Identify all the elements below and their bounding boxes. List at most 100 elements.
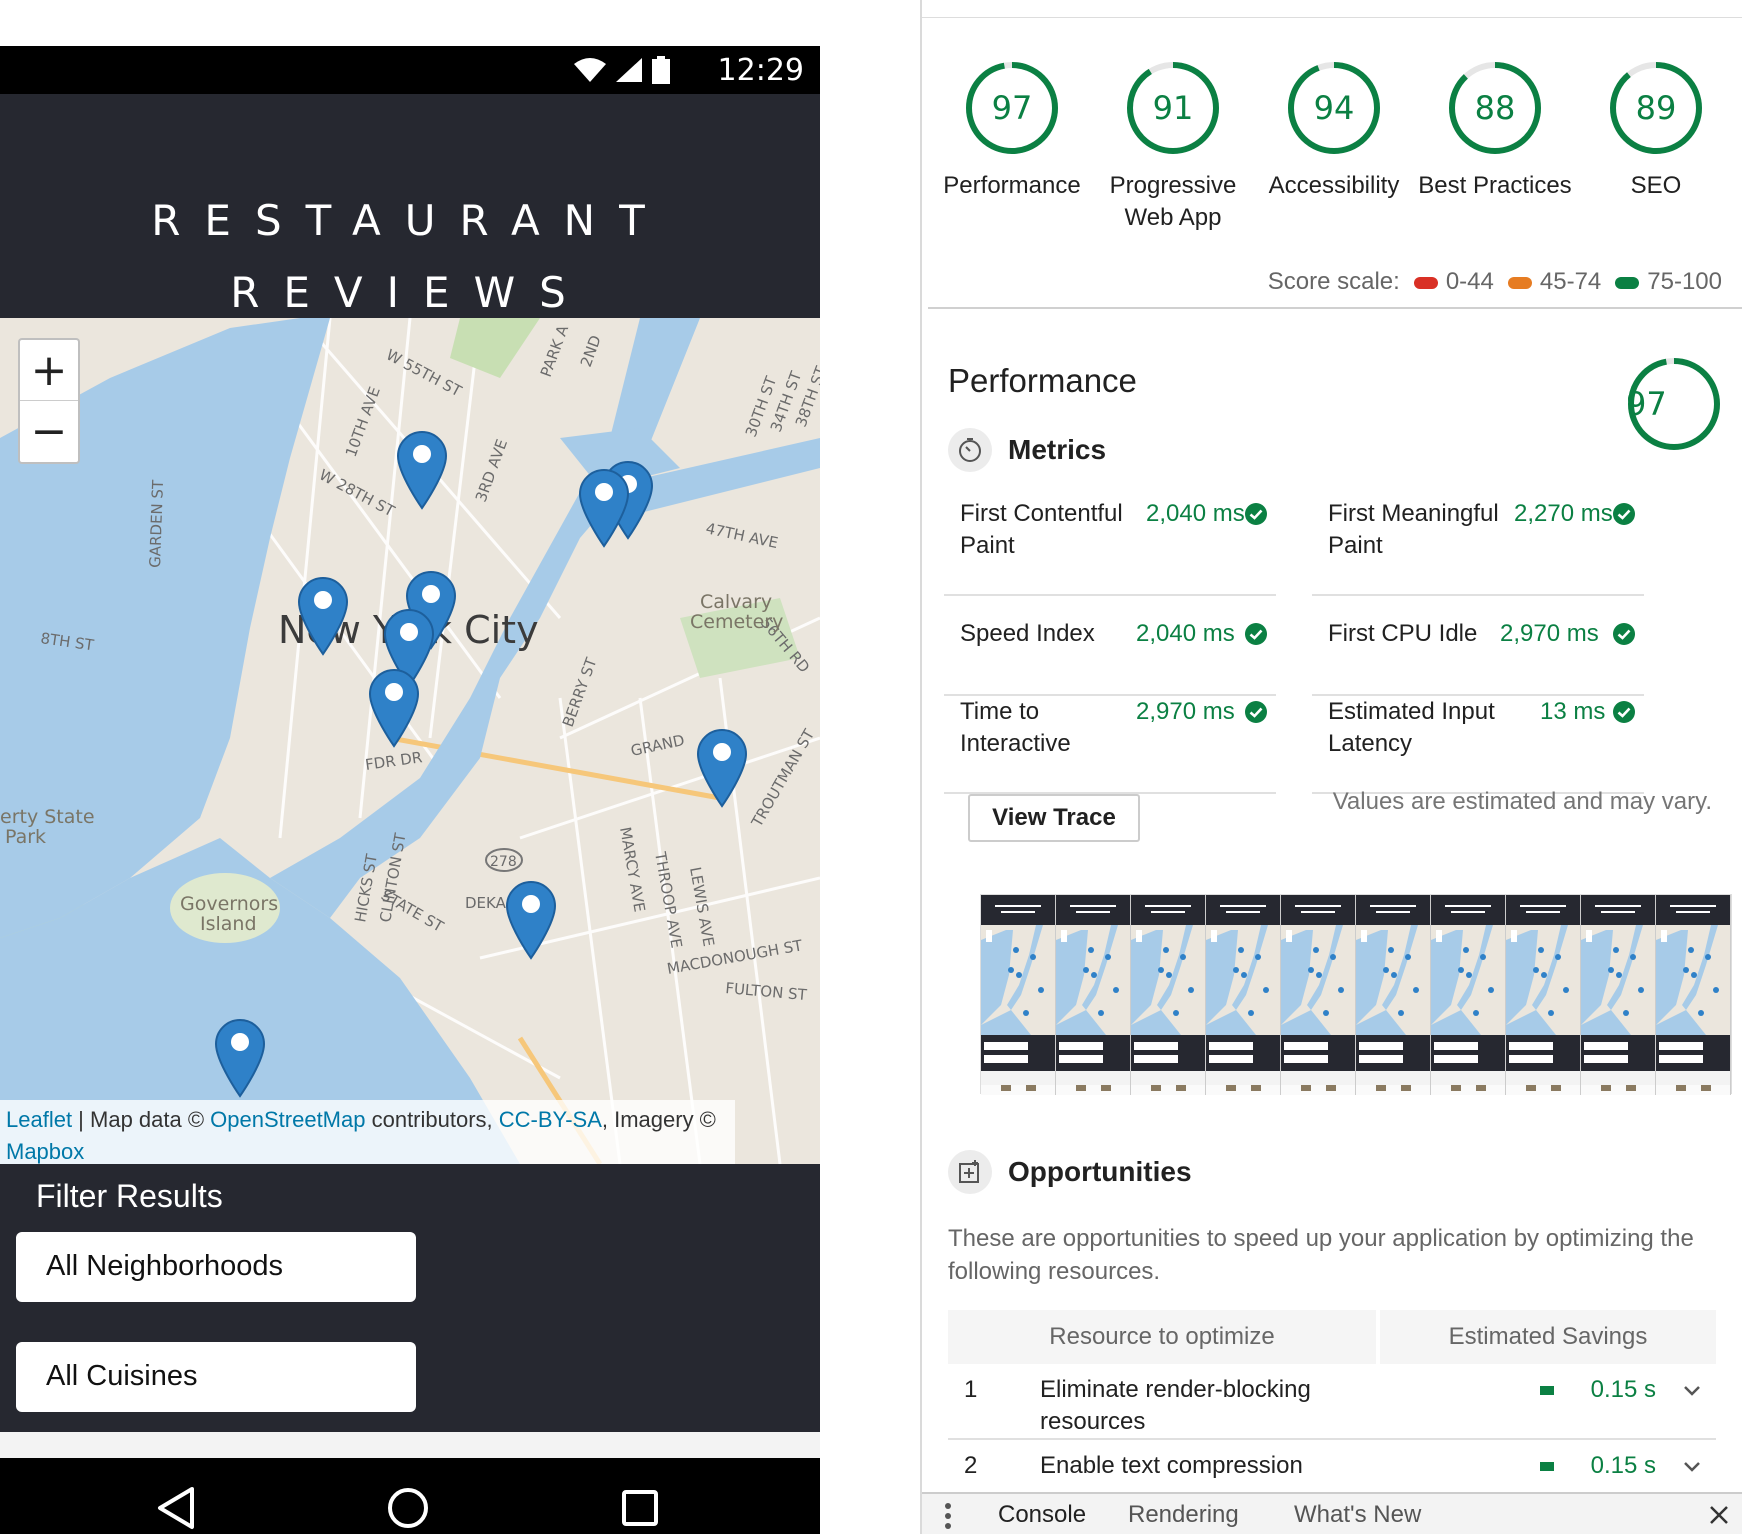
home-button[interactable] bbox=[380, 1480, 436, 1534]
scale-average: 45-74 bbox=[1507, 268, 1601, 296]
map-attribution: Leaflet | Map data © OpenStreetMap contr… bbox=[0, 1100, 735, 1164]
score-scale-label: Score scale: bbox=[1267, 268, 1400, 295]
screenshot-thumbnail-icon bbox=[1281, 895, 1355, 1091]
category-gauge[interactable]: 89 SEO bbox=[1576, 60, 1736, 202]
marker-pin-icon[interactable] bbox=[696, 728, 748, 808]
gauge-label: Progressive Web App bbox=[1109, 172, 1237, 231]
metric-name: First Contentful Paint bbox=[960, 498, 1123, 562]
filmstrip-frame[interactable] bbox=[1431, 895, 1506, 1095]
filmstrip-frame[interactable] bbox=[1581, 895, 1656, 1095]
leaflet-link[interactable]: Leaflet bbox=[6, 1107, 72, 1132]
status-bar: 12:29 bbox=[0, 46, 820, 94]
filter-panel: Filter Results All Neighborhoods All Cui… bbox=[0, 1164, 820, 1432]
opportunity-row[interactable]: 2 Enable text compression 0.15 s bbox=[948, 1442, 1716, 1492]
close-icon[interactable] bbox=[1706, 1502, 1732, 1528]
tab-whats-new[interactable]: What's New bbox=[1294, 1500, 1421, 1530]
marker-pin-icon[interactable] bbox=[505, 880, 557, 960]
view-trace-button[interactable]: View Trace bbox=[968, 794, 1140, 842]
opportunities-title: Opportunities bbox=[1008, 1156, 1192, 1187]
opportunity-row[interactable]: 1 Eliminate render-blocking resources 0.… bbox=[948, 1368, 1716, 1440]
filmstrip-frame[interactable] bbox=[981, 895, 1056, 1095]
metric-cell: First Contentful Paint 2,040 ms bbox=[944, 498, 1276, 596]
page-footer-gap bbox=[0, 1432, 820, 1458]
gauge-score: 94 bbox=[1313, 89, 1355, 127]
marker-pin-icon[interactable] bbox=[297, 576, 349, 656]
openstreetmap-link[interactable]: OpenStreetMap bbox=[210, 1107, 365, 1132]
category-gauge[interactable]: 94 Accessibility bbox=[1254, 60, 1414, 202]
opportunity-icon bbox=[948, 1150, 992, 1194]
estimate-note: Values are estimated and may vary. bbox=[1332, 788, 1712, 815]
filmstrip-frame[interactable] bbox=[1356, 895, 1431, 1095]
screenshot-thumbnail-icon bbox=[1056, 895, 1130, 1091]
category-gauge[interactable]: 88 Best Practices bbox=[1415, 60, 1575, 202]
attribution-text: | Map data © bbox=[72, 1107, 211, 1132]
metric-cell: First CPU Idle 2,970 ms bbox=[1312, 618, 1644, 696]
filmstrip-frame[interactable] bbox=[1206, 895, 1281, 1095]
battery-icon bbox=[652, 56, 670, 84]
metric-name-line: Interactive bbox=[960, 730, 1071, 757]
metric-name: Estimated Input Latency bbox=[1328, 696, 1495, 760]
opportunity-number: 1 bbox=[964, 1376, 978, 1403]
kebab-menu-icon[interactable] bbox=[944, 1502, 952, 1530]
scale-range: 75-100 bbox=[1647, 268, 1722, 295]
restaurant-map[interactable]: W 55TH ST 10TH AVE W 28TH ST 3RD AVE PAR… bbox=[0, 318, 820, 1164]
category-gauge[interactable]: 91 Progressive Web App bbox=[1093, 60, 1253, 234]
devtools-drawer: Console Rendering What's New bbox=[922, 1492, 1742, 1534]
marker-pin-icon[interactable] bbox=[214, 1018, 266, 1098]
license-link[interactable]: CC-BY-SA bbox=[499, 1107, 602, 1132]
gauge-label: SEO bbox=[1630, 172, 1682, 199]
metric-value: 2,040 ms bbox=[1136, 620, 1235, 647]
metric-name-line: First Contentful bbox=[960, 500, 1123, 527]
gauge-score: 97 bbox=[991, 89, 1033, 127]
mapbox-link[interactable]: Mapbox bbox=[6, 1139, 84, 1164]
screenshot-thumbnail-icon bbox=[1506, 895, 1580, 1091]
cuisines-select[interactable]: All Cuisines bbox=[16, 1342, 416, 1412]
gauge-label: Performance bbox=[943, 172, 1081, 199]
recents-button[interactable] bbox=[612, 1480, 668, 1534]
filmstrip-frame[interactable] bbox=[1131, 895, 1206, 1095]
metric-name-line: Paint bbox=[960, 532, 1015, 559]
gauge-ring: 89 bbox=[1608, 60, 1704, 156]
app-title-line1: RESTAURANT bbox=[151, 196, 669, 245]
back-button[interactable] bbox=[148, 1480, 204, 1534]
metric-name: First Meaningful Paint bbox=[1328, 498, 1499, 562]
filmstrip-frame[interactable] bbox=[1506, 895, 1581, 1095]
chevron-down-icon[interactable] bbox=[1682, 1456, 1702, 1476]
marker-pin-icon[interactable] bbox=[368, 668, 420, 748]
tab-console[interactable]: Console bbox=[998, 1500, 1086, 1530]
app-title-line2: REVIEWS bbox=[230, 268, 590, 317]
scale-range: 0-44 bbox=[1445, 268, 1494, 295]
gauge-ring: 91 bbox=[1125, 60, 1221, 156]
metric-name: First CPU Idle bbox=[1328, 618, 1477, 650]
metric-value: 13 ms bbox=[1540, 698, 1606, 725]
category-gauge[interactable]: 97 Performance bbox=[932, 60, 1092, 202]
performance-score: 97 bbox=[1626, 385, 1667, 423]
status-time: 12:29 bbox=[717, 53, 804, 88]
zoom-out-button[interactable]: − bbox=[20, 401, 78, 462]
svg-text:erty State: erty State bbox=[0, 806, 95, 828]
gauge-label: Accessibility bbox=[1268, 172, 1400, 199]
metric-name-line: Estimated Input bbox=[1328, 698, 1495, 725]
metric-name-line: Speed Index bbox=[960, 620, 1095, 647]
marker-pin-icon[interactable] bbox=[578, 468, 630, 548]
filmstrip-frame[interactable] bbox=[1656, 895, 1731, 1095]
metrics-header: Metrics bbox=[948, 428, 1106, 472]
zoom-in-button[interactable]: + bbox=[20, 340, 78, 401]
gauge-ring: 97 bbox=[964, 60, 1060, 156]
filmstrip-frame[interactable] bbox=[1056, 895, 1131, 1095]
column-header-savings: Estimated Savings bbox=[1380, 1310, 1716, 1364]
svg-text:DEKA: DEKA bbox=[465, 894, 507, 912]
check-circle-icon bbox=[1245, 503, 1267, 525]
screenshot-thumbnail-icon bbox=[1656, 895, 1730, 1091]
chevron-down-icon[interactable] bbox=[1682, 1380, 1702, 1400]
opportunity-savings: 0.15 s bbox=[1590, 1376, 1656, 1403]
svg-text:Governors: Governors bbox=[180, 893, 278, 915]
screenshot-thumbnail-icon bbox=[1581, 895, 1655, 1091]
status-icons bbox=[574, 56, 670, 84]
filmstrip-frame[interactable] bbox=[1281, 895, 1356, 1095]
neighborhoods-select[interactable]: All Neighborhoods bbox=[16, 1232, 416, 1302]
marker-pin-icon[interactable] bbox=[396, 430, 448, 510]
tab-rendering[interactable]: Rendering bbox=[1128, 1500, 1239, 1530]
performance-score-gauge: 97 bbox=[1626, 356, 1722, 452]
attribution-text: contributors, bbox=[365, 1107, 499, 1132]
